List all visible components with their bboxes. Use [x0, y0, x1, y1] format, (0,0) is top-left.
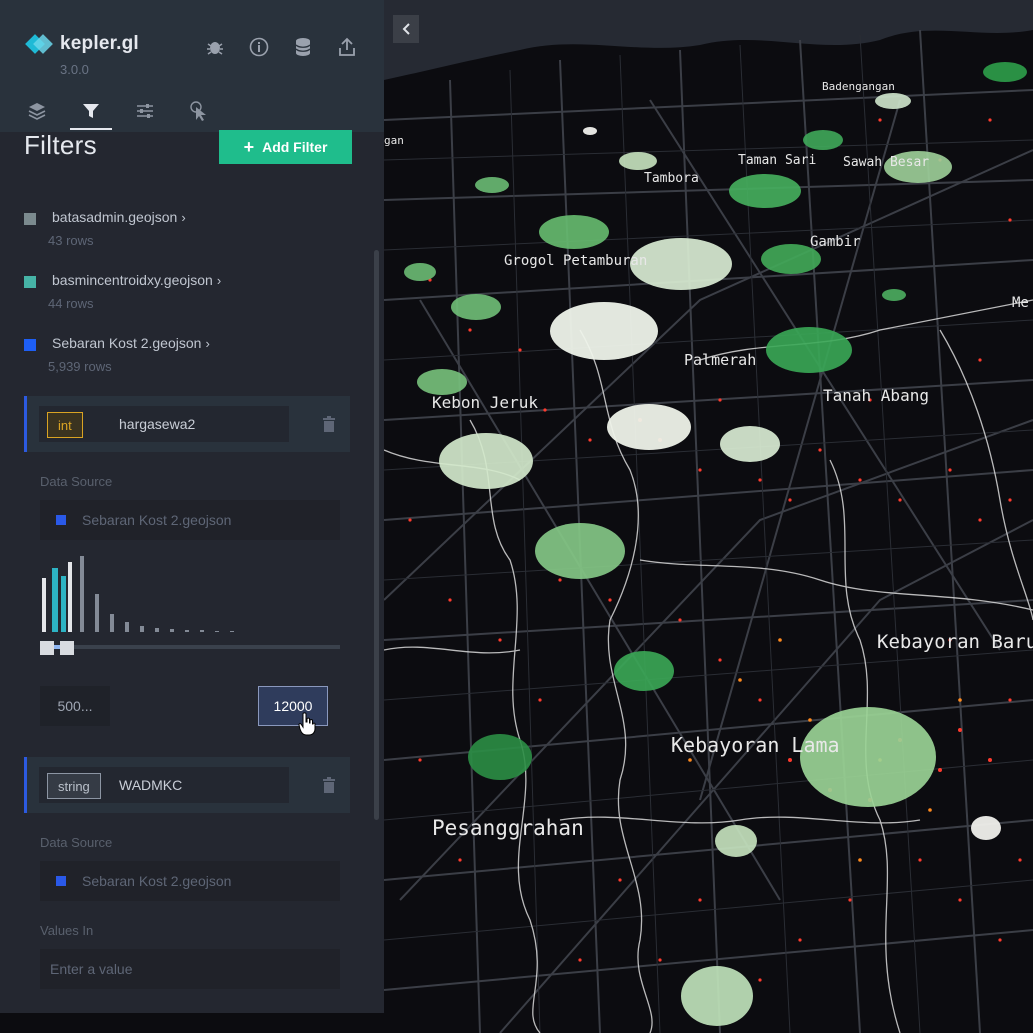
plus-icon: + [243, 137, 255, 157]
range-min-handle[interactable] [40, 641, 54, 655]
map-label-tanah-abang: Tanah Abang [823, 386, 929, 405]
panel-title: Filters [24, 130, 97, 160]
filter-field-name: WADMKC [119, 777, 183, 793]
filter-card-int: int hargasewa2 Data Source Sebaran Kost … [24, 396, 350, 746]
data-source-selector[interactable]: Sebaran Kost 2.geojson [40, 500, 340, 540]
share-icon[interactable] [336, 36, 358, 58]
tab-interactions[interactable] [134, 98, 156, 124]
dataset-color-swatch [56, 876, 66, 886]
map-label-grogol-petamburan: Grogol Petamburan [504, 253, 647, 269]
panel-tabs [26, 98, 210, 130]
dataset-color-swatch [56, 515, 66, 525]
dataset-color-swatch [24, 213, 36, 225]
range-max-handle[interactable] [60, 641, 74, 655]
dataset-rows: 43 rows [48, 233, 94, 248]
range-histogram[interactable] [40, 556, 340, 666]
data-source-name: Sebaran Kost 2.geojson [82, 873, 232, 889]
field-type-tag: string [47, 773, 101, 799]
filter-card-string: string WADMKC Data Source Sebaran Kost 2… [24, 757, 350, 1002]
app-logo: kepler.gl [25, 32, 139, 56]
data-source-label: Data Source [40, 474, 113, 489]
dataset-color-swatch [24, 276, 36, 288]
tab-filters[interactable] [70, 98, 112, 130]
kepler-logo-icon [25, 32, 54, 56]
dataset-rows: 44 rows [48, 296, 94, 311]
layers-icon [28, 103, 46, 120]
data-source-label: Data Source [40, 835, 113, 850]
map-label-me: Me [1012, 295, 1029, 311]
tab-layers[interactable] [26, 98, 48, 124]
hand-cursor-icon [298, 712, 316, 736]
range-min-input[interactable]: 500... [40, 686, 110, 726]
filter-header[interactable]: int hargasewa2 [24, 396, 350, 452]
panel-scrollbar[interactable] [374, 250, 379, 820]
side-panel: kepler.gl 3.0.0 Filters + Add Filter bat… [0, 0, 384, 1013]
data-source-selector[interactable]: Sebaran Kost 2.geojson [40, 861, 340, 901]
values-in-input[interactable] [40, 949, 340, 989]
database-icon[interactable] [292, 36, 314, 58]
tab-base-map[interactable] [188, 98, 210, 124]
panel-header: kepler.gl 3.0.0 [0, 0, 384, 132]
app-name: kepler.gl [60, 33, 139, 54]
range-max-input[interactable]: 12000 [258, 686, 328, 726]
trash-icon[interactable] [322, 416, 336, 432]
chevron-right-icon: › [181, 210, 186, 225]
map-label-sawah-besar: Sawah Besar [843, 155, 929, 170]
map-label-tambora: Tambora [644, 171, 699, 186]
values-in-label: Values In [40, 923, 94, 938]
map-label-kebon-jeruk: Kebon Jeruk [432, 393, 538, 412]
add-filter-label: Add Filter [262, 139, 328, 155]
settings-sliders-icon [137, 104, 153, 118]
map-label-pesanggrahan: Pesanggrahan [432, 816, 584, 840]
dataset-rows: 5,939 rows [48, 359, 112, 374]
add-filter-button[interactable]: + Add Filter [219, 130, 352, 164]
map-label-palmerah: Palmerah [684, 351, 756, 369]
map-label-gambir: Gambir [810, 234, 861, 250]
map-label-taman-sari: Taman Sari [738, 153, 816, 168]
interaction-cursor-icon [190, 101, 206, 121]
map-label-kebayoran-lama: Kebayoran Lama [671, 733, 840, 757]
map-label-kebayoran-baru: Kebayoran Baru [877, 631, 1033, 653]
dataset-color-swatch [24, 339, 36, 351]
filter-header[interactable]: string WADMKC [24, 757, 350, 813]
app-version: 3.0.0 [60, 62, 89, 77]
field-type-tag: int [47, 412, 83, 438]
trash-icon[interactable] [322, 777, 336, 793]
chevron-right-icon: › [205, 336, 210, 351]
dataset-name: batasadmin.geojson › [52, 209, 186, 225]
collapse-panel-button[interactable] [393, 15, 419, 43]
map-label-badengangan: Badengangan [822, 80, 895, 93]
map-label-gan: gan [384, 134, 404, 147]
header-actions [204, 36, 358, 58]
dataset-name: Sebaran Kost 2.geojson › [52, 335, 210, 351]
data-source-name: Sebaran Kost 2.geojson [82, 512, 232, 528]
bug-icon[interactable] [204, 36, 226, 58]
info-icon[interactable] [248, 36, 270, 58]
dataset-name: basmincentroidxy.geojson › [52, 272, 222, 288]
filter-icon [83, 104, 99, 118]
chevron-left-icon [402, 23, 410, 35]
filter-field-name: hargasewa2 [119, 416, 196, 432]
chevron-right-icon: › [216, 273, 222, 288]
